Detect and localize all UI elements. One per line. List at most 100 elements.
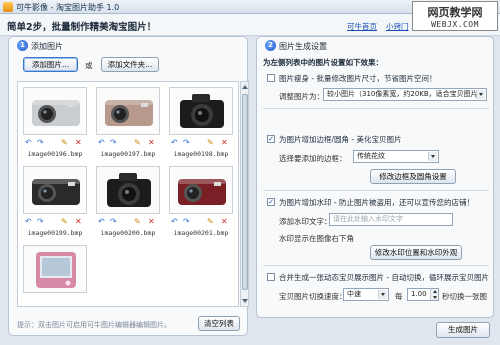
add-images-button[interactable]: 添加图片... [23,57,78,72]
add-folder-button[interactable]: 添加文件夹... [101,57,159,72]
rotate-right-icon[interactable]: ↷ [37,138,44,147]
tile-actions: ↶ ↷ ✎ ✕ [171,138,231,147]
watermark-text-label: 添加水印文字： [279,217,332,226]
add-images-title: 添加图片 [31,42,63,51]
generation-settings-panel: 2 图片生成设置 为左侧列表中的图片设置如下效果： 图片瘦身 - 批量修改图片尺… [256,36,494,318]
resize-checkbox[interactable] [267,74,275,82]
tile-actions: ↶ ↷ ✎ ✕ [25,217,85,226]
chevron-down-icon[interactable] [476,90,485,99]
window-title: 可牛影像 - 淘宝图片助手 1.0 [16,3,120,12]
image-tile[interactable]: ↶ ↷ ✎ ✕ image00196.bmp [21,85,89,161]
tile-actions: ↶ ↷ ✎ ✕ [98,138,158,147]
watermark-text: 网页教学网 [427,6,483,19]
scroll-down-icon[interactable] [242,299,248,303]
image-filename: image00201.bmp [173,229,229,237]
watermark-text-input[interactable]: 请在此处输入水印文字 [329,213,453,226]
border-checkbox[interactable]: ✓ [267,135,275,143]
merge-checkbox[interactable] [267,273,275,281]
merge-interval-stepper[interactable]: 1.00 [407,288,439,301]
border-style-select[interactable]: 传统花纹 [353,150,439,163]
camera-thumbnail[interactable] [23,166,87,214]
watermark-position-label: 水印显示在图像右下角 [279,234,354,243]
image-filename: image00198.bmp [173,150,229,158]
rotate-left-icon[interactable]: ↶ [171,138,178,147]
image-filename: image00200.bmp [100,229,156,237]
delete-icon[interactable]: ✕ [221,138,228,147]
rotate-left-icon[interactable]: ↶ [98,138,105,147]
rotate-left-icon[interactable]: ↶ [25,138,32,147]
watermark-settings-button[interactable]: 修改水印位置和水印外观 [370,245,462,260]
rotate-left-icon[interactable]: ↶ [25,217,32,226]
rotate-left-icon[interactable]: ↶ [98,217,105,226]
camera-thumbnail[interactable] [96,166,160,214]
merge-interval-unit: 秒切换一张图 [442,292,487,301]
rotate-right-icon[interactable]: ↷ [183,138,190,147]
edit-icon[interactable]: ✎ [207,138,214,147]
border-select-label: 选择要添加的边框： [279,154,347,163]
delete-icon[interactable]: ✕ [75,217,82,226]
divider [263,108,489,109]
divider [263,190,489,191]
delete-icon[interactable]: ✕ [75,138,82,147]
image-tile[interactable] [21,243,89,306]
camera-thumbnail[interactable] [169,87,233,135]
or-label: 或 [85,61,93,70]
delete-icon[interactable]: ✕ [148,217,155,226]
tile-actions: ↶ ↷ ✎ ✕ [98,217,158,226]
scroll-thumb[interactable] [242,94,248,290]
rotate-right-icon[interactable]: ↷ [37,217,44,226]
image-tile[interactable]: ↶ ↷ ✎ ✕ image00197.bmp [94,85,162,161]
edit-icon[interactable]: ✎ [61,138,68,147]
image-grid-scrollbar[interactable] [240,81,249,307]
merge-label: 合并生成一张动态宝贝展示图片 - 自动切换，循环展示宝贝图片 [279,273,489,282]
camera-thumbnail[interactable] [96,87,160,135]
image-filename: image00199.bmp [27,229,83,237]
image-filename: image00197.bmp [100,150,156,158]
tips-link[interactable]: 小窍门 [386,21,409,32]
rotate-right-icon[interactable]: ↷ [183,217,190,226]
merge-each-label: 每 [395,292,403,301]
edit-icon[interactable]: ✎ [134,217,141,226]
merge-speed-select[interactable]: 中速 [343,288,389,301]
rotate-right-icon[interactable]: ↷ [110,217,117,226]
add-images-panel: 1 添加图片 添加图片... 或 添加文件夹... ↶ ↷ ✎ ✕ image00196… [8,36,249,336]
home-link[interactable]: 可牛首页 [347,21,377,32]
stepper-arrows-icon[interactable] [430,289,438,300]
rotate-left-icon[interactable]: ↶ [171,217,178,226]
watermark-url: WEBJX.COM [431,20,479,29]
camera-thumbnail[interactable] [169,166,233,214]
edit-icon[interactable]: ✎ [61,217,68,226]
image-tile[interactable]: ↶ ↷ ✎ ✕ image00198.bmp [167,85,235,161]
image-grid[interactable]: ↶ ↷ ✎ ✕ image00196.bmp ↶ ↷ ✎ ✕ image00197.bmp ↶ ↷ ✎ ✕… [17,81,239,307]
watermark-checkbox[interactable]: ✓ [267,198,275,206]
delete-icon[interactable]: ✕ [221,217,228,226]
resize-size-value: 较小图片（310像素宽，约20KB，适合宝贝图片） [327,90,485,98]
resize-size-select[interactable]: 较小图片（310像素宽，约20KB，适合宝贝图片） [323,88,487,101]
clear-list-button[interactable]: 清空列表 [198,316,240,331]
settings-title: 图片生成设置 [279,42,327,51]
rotate-right-icon[interactable]: ↷ [110,138,117,147]
image-tile[interactable]: ↶ ↷ ✎ ✕ image00199.bmp [21,164,89,240]
chevron-down-icon[interactable] [428,152,437,161]
chevron-down-icon[interactable] [378,290,387,299]
resize-label: 图片瘦身 - 批量修改图片尺寸，节省图片空间！ [279,74,437,83]
generate-button[interactable]: 生成图片 [436,322,490,338]
hint-text: 提示：双击图片可启用可牛图片编辑器编辑图片。 [17,321,171,329]
resize-size-label: 调整图片为： [279,92,324,101]
divider [263,265,489,266]
edit-icon[interactable]: ✎ [207,217,214,226]
tile-actions: ↶ ↷ ✎ ✕ [171,217,231,226]
image-tile[interactable]: ↶ ↷ ✎ ✕ image00201.bmp [167,164,235,240]
merge-interval-value: 1.00 [411,290,427,298]
delete-icon[interactable]: ✕ [148,138,155,147]
camera-thumbnail[interactable] [23,87,87,135]
merge-speed-label: 宝贝图片切换速度： [279,292,347,301]
border-settings-button[interactable]: 修改边框及圆角设置 [370,169,456,184]
camera-thumbnail[interactable] [23,245,87,293]
image-tile[interactable]: ↶ ↷ ✎ ✕ image00200.bmp [94,164,162,240]
scroll-up-icon[interactable] [242,85,248,89]
page-heading: 简单2步，批量制作精美淘宝图片！ [7,22,157,33]
border-style-value: 传统花纹 [357,152,385,160]
edit-icon[interactable]: ✎ [134,138,141,147]
site-watermark: 网页教学网 WEBJX.COM [412,1,498,31]
